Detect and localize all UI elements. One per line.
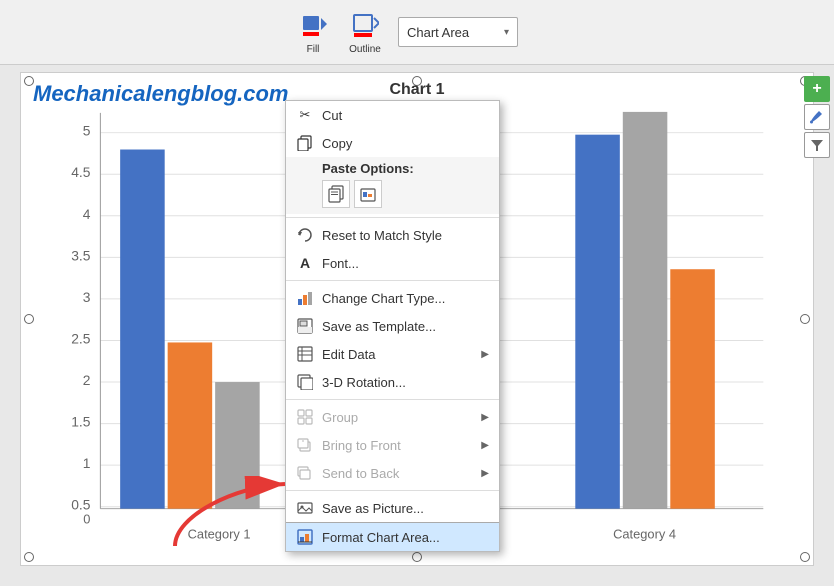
edit-data-icon xyxy=(296,345,314,363)
watermark: Mechanicalengblog.com xyxy=(33,81,289,107)
menu-item-send-to-back[interactable]: Send to Back ▶ xyxy=(286,459,499,487)
menu-label-3d-rotation: 3-D Rotation... xyxy=(322,375,489,390)
copy-icon xyxy=(296,134,314,152)
paste-options-label: Paste Options: xyxy=(296,161,489,176)
outline-button[interactable]: Outline xyxy=(342,5,388,60)
brush-button[interactable] xyxy=(804,104,830,130)
menu-item-copy[interactable]: Copy xyxy=(286,129,499,157)
group-icon xyxy=(296,408,314,426)
ribbon: Fill Outline Chart Area ▾ xyxy=(0,0,834,65)
save-template-icon xyxy=(296,317,314,335)
ribbon-button-group: Fill Outline xyxy=(290,5,388,60)
menu-item-3d-rotation[interactable]: 3-D Rotation... xyxy=(286,368,499,396)
menu-label-bring-to-front: Bring to Front xyxy=(322,438,473,453)
send-to-back-arrow: ▶ xyxy=(481,468,489,479)
brush-icon xyxy=(809,109,825,125)
menu-label-change-chart-type: Change Chart Type... xyxy=(322,291,489,306)
svg-text:0: 0 xyxy=(83,512,90,527)
outline-label: Outline xyxy=(349,44,381,55)
svg-text:3.5: 3.5 xyxy=(71,247,91,263)
context-menu: ✂ Cut Copy Paste Options: Reset to Match… xyxy=(285,100,500,552)
side-panel: + xyxy=(800,72,834,162)
handle-bottom-right[interactable] xyxy=(800,552,810,562)
send-to-back-icon xyxy=(296,464,314,482)
add-element-button[interactable]: + xyxy=(804,76,830,102)
menu-label-format-chart-area: Format Chart Area... xyxy=(322,530,489,545)
dropdown-text: Chart Area xyxy=(407,25,500,40)
fill-label: Fill xyxy=(307,44,320,55)
paste-options-section: Paste Options: xyxy=(286,157,499,214)
separator-4 xyxy=(286,490,499,491)
menu-item-font[interactable]: A Font... xyxy=(286,249,499,277)
group-arrow: ▶ xyxy=(481,412,489,423)
svg-text:2.5: 2.5 xyxy=(71,330,91,346)
chart-area-dropdown[interactable]: Chart Area ▾ xyxy=(398,17,518,47)
filter-button[interactable] xyxy=(804,132,830,158)
menu-label-edit-data: Edit Data xyxy=(322,347,473,362)
menu-item-save-as-picture[interactable]: Save as Picture... xyxy=(286,494,499,522)
bring-to-front-icon xyxy=(296,436,314,454)
svg-text:5: 5 xyxy=(83,123,91,139)
paste-icons-row xyxy=(296,180,489,208)
menu-item-save-as-template[interactable]: Save as Template... xyxy=(286,312,499,340)
menu-item-change-chart-type[interactable]: Change Chart Type... xyxy=(286,284,499,312)
format-chart-area-icon xyxy=(296,528,314,546)
font-icon: A xyxy=(296,254,314,272)
bring-to-front-arrow: ▶ xyxy=(481,440,489,451)
menu-label-cut: Cut xyxy=(322,108,489,123)
svg-text:4.5: 4.5 xyxy=(71,164,91,180)
svg-text:Category 1: Category 1 xyxy=(188,526,251,541)
svg-text:1: 1 xyxy=(83,455,91,471)
menu-label-send-to-back: Send to Back xyxy=(322,466,473,481)
svg-text:4: 4 xyxy=(83,206,91,222)
menu-label-font: Font... xyxy=(322,256,489,271)
svg-text:0.5: 0.5 xyxy=(71,497,91,513)
fill-button[interactable]: Fill xyxy=(290,5,336,60)
separator-1 xyxy=(286,217,499,218)
menu-label-group: Group xyxy=(322,410,473,425)
menu-item-bring-to-front[interactable]: Bring to Front ▶ xyxy=(286,431,499,459)
menu-label-copy: Copy xyxy=(322,136,489,151)
menu-label-save-as-picture: Save as Picture... xyxy=(322,501,489,516)
filter-icon xyxy=(810,138,824,152)
menu-item-reset-style[interactable]: Reset to Match Style xyxy=(286,221,499,249)
svg-text:1.5: 1.5 xyxy=(71,414,91,430)
dropdown-arrow-icon: ▾ xyxy=(504,27,509,38)
svg-text:Category 4: Category 4 xyxy=(613,526,676,541)
menu-item-group[interactable]: Group ▶ xyxy=(286,403,499,431)
separator-3 xyxy=(286,399,499,400)
save-as-picture-icon xyxy=(296,499,314,517)
paste-icon-1[interactable] xyxy=(322,180,350,208)
change-chart-type-icon xyxy=(296,289,314,307)
outline-icon xyxy=(349,10,381,42)
menu-item-edit-data[interactable]: Edit Data ▶ xyxy=(286,340,499,368)
menu-item-format-chart-area[interactable]: Format Chart Area... xyxy=(286,522,499,551)
handle-middle-right[interactable] xyxy=(800,314,810,324)
3d-rotation-icon xyxy=(296,373,314,391)
menu-label-save-as-template: Save as Template... xyxy=(322,319,489,334)
reset-style-icon xyxy=(296,226,314,244)
fill-icon xyxy=(297,10,329,42)
handle-middle-left[interactable] xyxy=(24,314,34,324)
svg-text:3: 3 xyxy=(83,289,91,305)
svg-text:2: 2 xyxy=(83,372,91,388)
menu-item-cut[interactable]: ✂ Cut xyxy=(286,101,499,129)
separator-2 xyxy=(286,280,499,281)
paste-icon-2[interactable] xyxy=(354,180,382,208)
handle-bottom-left[interactable] xyxy=(24,552,34,562)
chart-title: Chart 1 xyxy=(389,81,444,99)
edit-data-arrow: ▶ xyxy=(481,349,489,360)
cut-icon: ✂ xyxy=(296,106,314,124)
menu-label-reset-style: Reset to Match Style xyxy=(322,228,489,243)
